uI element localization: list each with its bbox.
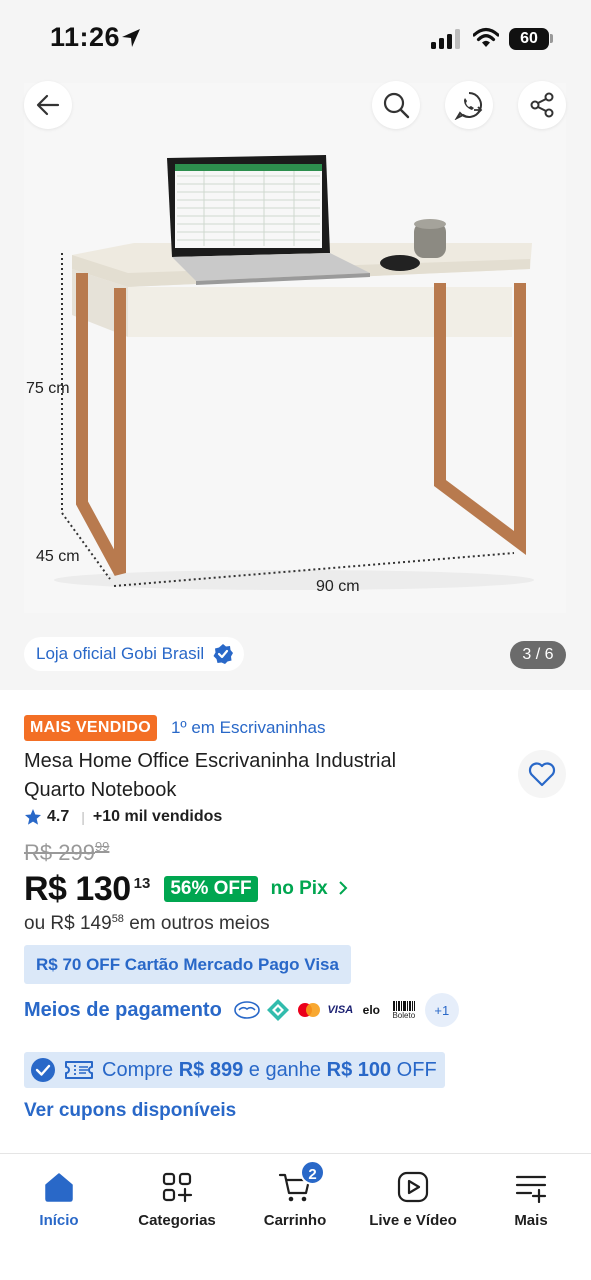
sold-count: +10 mil vendidos	[92, 808, 223, 825]
nav-cart-label: Carrinho	[263, 1212, 327, 1229]
payment-icons: VISA elo Boleto +1	[234, 993, 459, 1027]
coupon-banner[interactable]: Compre R$ 899 e ganhe R$ 100 OFF	[24, 1052, 445, 1088]
dimension-depth-label: 45 cm	[36, 548, 80, 565]
chevron-right-icon	[338, 881, 348, 895]
back-button[interactable]	[24, 81, 72, 129]
battery-indicator: 60	[509, 28, 549, 50]
coupon-text: Compre R$ 899 e ganhe R$ 100 OFF	[102, 1059, 437, 1082]
card-promo-banner[interactable]: R$ 70 OFF Cartão Mercado Pago Visa	[24, 945, 351, 984]
product-photo[interactable]: 75 cm 45 cm 90 cm	[24, 83, 566, 613]
current-price: R$ 130	[24, 870, 131, 908]
rating-row[interactable]: 4.7 | +10 mil vendidos	[24, 808, 222, 826]
verified-badge-icon	[213, 644, 234, 664]
store-name: Loja oficial Gobi Brasil	[36, 644, 205, 663]
pix-icon	[265, 999, 292, 1021]
ticket-icon	[65, 1061, 93, 1079]
product-title: Mesa Home Office Escrivaninha Industrial…	[24, 750, 397, 801]
dimension-height-label: 75 cm	[26, 380, 70, 397]
coupon-prefix: Compre	[102, 1058, 179, 1081]
signal-icon	[431, 29, 460, 49]
alt-price-value: ou R$ 149	[24, 913, 112, 934]
coupon-middle: e ganhe	[243, 1058, 327, 1081]
discount-badge: 56% OFF	[164, 876, 258, 902]
play-icon	[397, 1171, 429, 1203]
boleto-icon: Boleto	[389, 1000, 419, 1020]
official-store-chip[interactable]: Loja oficial Gobi Brasil	[24, 637, 245, 671]
search-button[interactable]	[372, 81, 420, 129]
star-icon	[25, 809, 41, 825]
nav-categories-label: Categorias	[138, 1212, 216, 1229]
nav-cart[interactable]: 2 Carrinho	[236, 1160, 354, 1229]
view-coupons-link[interactable]: Ver cupons disponíveis	[24, 1100, 236, 1122]
whatsapp-share-button[interactable]	[445, 81, 493, 129]
rating-separator: |	[81, 809, 85, 825]
home-icon	[45, 1173, 73, 1202]
arrow-left-icon	[36, 94, 60, 116]
boleto-label: Boleto	[392, 1010, 416, 1020]
badge-row: MAIS VENDIDO 1º em Escrivaninhas	[24, 715, 326, 741]
whatsapp-icon	[454, 92, 483, 120]
best-seller-badge: MAIS VENDIDO	[24, 715, 157, 741]
search-icon	[383, 92, 410, 119]
status-time: 11:26	[50, 22, 121, 52]
alt-price-cents: 58	[111, 913, 124, 925]
mercado-pago-icon	[234, 1000, 261, 1020]
nav-live-video[interactable]: Live e Vídeo	[354, 1168, 472, 1229]
coupon-amount: R$ 899	[178, 1058, 244, 1081]
coupon-suffix: OFF	[391, 1058, 437, 1081]
current-price-cents: 13	[133, 875, 151, 892]
coupon-reward: R$ 100	[326, 1058, 392, 1081]
old-price-value: R$ 299	[24, 840, 95, 865]
pix-label: no Pix	[270, 878, 328, 899]
nav-home-label: Início	[39, 1212, 79, 1229]
favorite-button[interactable]	[518, 750, 566, 798]
nav-home[interactable]: Início	[0, 1168, 118, 1229]
payment-methods-row[interactable]: Meios de pagamento VISA elo Boleto +1	[24, 990, 459, 1030]
more-payment-methods[interactable]: +1	[424, 993, 459, 1027]
old-price: R$ 29999	[24, 839, 109, 866]
rating-value: 4.7	[47, 808, 70, 825]
battery-cap	[550, 34, 553, 43]
heart-icon	[528, 762, 556, 787]
status-bar: 11:26 60	[0, 0, 591, 78]
visa-icon: VISA	[327, 1004, 354, 1016]
old-price-cents: 99	[94, 839, 110, 854]
mastercard-icon	[296, 1000, 323, 1020]
image-counter: 3 / 6	[510, 641, 566, 669]
product-gallery[interactable]: 75 cm 45 cm 90 cm Loja oficial Gobi Bras…	[0, 78, 591, 690]
nav-more-label: Mais	[514, 1212, 548, 1229]
nav-more[interactable]: Mais	[472, 1168, 590, 1229]
nav-live-video-label: Live e Vídeo	[369, 1212, 457, 1229]
share-icon	[530, 92, 554, 118]
price-row[interactable]: R$ 130 13 56% OFF no Pix	[24, 870, 348, 909]
location-arrow-icon	[122, 29, 140, 47]
payment-methods-link[interactable]: Meios de pagamento	[24, 999, 222, 1022]
ranking-link[interactable]: 1º em Escrivaninhas	[171, 718, 326, 738]
elo-icon: elo	[362, 1003, 380, 1017]
categories-icon	[162, 1172, 193, 1203]
nav-categories[interactable]: Categorias	[118, 1168, 236, 1229]
alt-price: ou R$ 14958 em outros meios	[24, 913, 270, 935]
dimension-width-label: 90 cm	[316, 578, 360, 595]
cart-count-badge: 2	[300, 1160, 325, 1185]
menu-plus-icon	[515, 1175, 547, 1203]
wifi-icon	[473, 27, 499, 47]
bottom-navigation: Início Categorias 2 Carrinho Live e Víde…	[0, 1153, 591, 1280]
alt-price-suffix: em outros meios	[123, 913, 270, 934]
share-button[interactable]	[518, 81, 566, 129]
check-circle-icon	[31, 1058, 55, 1082]
